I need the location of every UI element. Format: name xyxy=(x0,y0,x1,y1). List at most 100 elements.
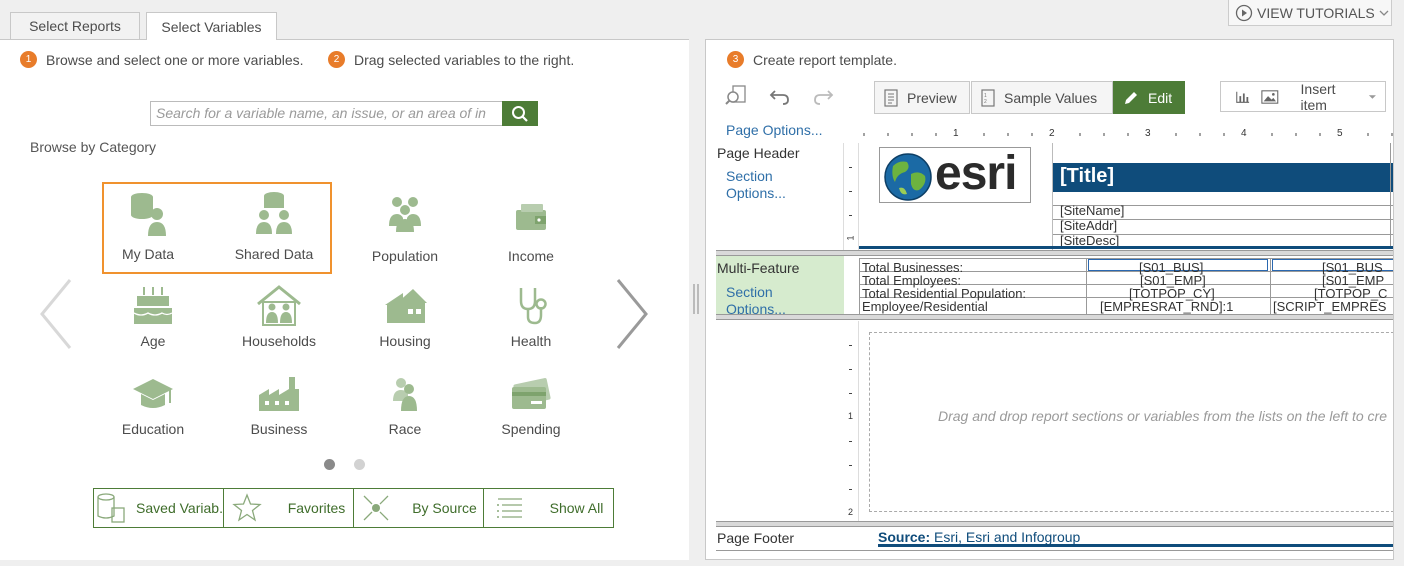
category-shared-data[interactable]: Shared Data xyxy=(219,190,329,262)
carousel-dot[interactable] xyxy=(354,459,365,470)
page-footer-label: Page Footer xyxy=(717,530,795,546)
vertical-ruler: 1 2 xyxy=(843,321,859,521)
page-options-link[interactable]: Page Options... xyxy=(726,122,823,138)
carousel-dot-active[interactable] xyxy=(324,459,335,470)
ruler-number: 2 xyxy=(1049,128,1055,139)
income-icon xyxy=(516,204,546,230)
tab-select-variables[interactable]: Select Variables xyxy=(146,12,277,40)
carousel-next-arrow[interactable] xyxy=(614,278,650,350)
category-population[interactable]: Population xyxy=(350,192,460,264)
edit-label: Edit xyxy=(1148,89,1173,106)
population-icon xyxy=(389,197,421,232)
category-my-data[interactable]: My Data xyxy=(93,190,203,262)
category-income[interactable]: Income xyxy=(476,192,586,264)
category-business[interactable]: Business xyxy=(224,375,334,437)
tab-select-reports[interactable]: Select Reports xyxy=(10,12,140,39)
edit-button[interactable]: Edit xyxy=(1113,81,1185,114)
preview-button[interactable]: Preview xyxy=(874,81,970,114)
category-label: Population xyxy=(371,248,439,264)
sample-values-icon: 12 xyxy=(981,88,995,107)
undo-icon[interactable] xyxy=(769,86,791,106)
insert-item-dropdown[interactable]: Insert item xyxy=(1220,81,1386,113)
category-health[interactable]: Health xyxy=(476,285,586,349)
esri-logo-text: esri xyxy=(935,147,1017,200)
households-icon xyxy=(257,285,301,326)
chevron-down-icon xyxy=(1369,94,1377,99)
redo-icon[interactable] xyxy=(812,86,834,106)
drop-hint-text: Drag and drop report sections or variabl… xyxy=(938,408,1387,424)
field-placeholder[interactable]: [SCRIPT_EMPRES xyxy=(1273,299,1386,314)
category-housing[interactable]: Housing xyxy=(350,285,460,349)
housing-icon xyxy=(385,289,427,323)
variable-search-input[interactable]: Search for a variable name, an issue, or… xyxy=(150,101,503,126)
category-education[interactable]: Education xyxy=(98,375,208,437)
horizontal-ruler: 1 2 3 4 5 xyxy=(859,126,1393,143)
header-rule xyxy=(859,246,1393,249)
category-label: Households xyxy=(242,333,316,349)
category-age[interactable]: Age xyxy=(98,285,208,349)
multi-feature-table: Total Businesses: [S01_BUS] [S01_BUS Tot… xyxy=(859,258,1393,314)
globe-icon xyxy=(884,153,932,201)
age-icon xyxy=(133,287,173,324)
saved-variables-button[interactable]: Saved Variab. xyxy=(94,489,224,527)
field-placeholder[interactable]: [EMPRESRAT_RND]:1 xyxy=(1100,299,1233,314)
ruler-number: 4 xyxy=(1241,128,1247,139)
category-households[interactable]: Households xyxy=(224,285,334,349)
show-all-label: Show All xyxy=(549,500,604,516)
section-separator[interactable] xyxy=(716,314,1393,320)
by-source-icon xyxy=(363,495,389,521)
category-label: Age xyxy=(140,333,166,349)
page-header-label: Page Header xyxy=(717,145,800,161)
document-icon xyxy=(884,88,898,107)
site-name-field[interactable]: [SiteName] xyxy=(1060,203,1124,218)
chevron-down-icon xyxy=(1379,10,1389,16)
education-icon xyxy=(133,379,173,408)
ruler-number: 3 xyxy=(1145,128,1151,139)
tab-label: Select Reports xyxy=(29,18,121,34)
category-label: Spending xyxy=(501,421,561,437)
category-label: My Data xyxy=(121,246,175,262)
category-spending[interactable]: Spending xyxy=(476,375,586,437)
preview-label: Preview xyxy=(907,89,957,106)
show-all-button[interactable]: Show All xyxy=(484,489,613,527)
browse-options-bar: Saved Variab. Favorites By Source Show A… xyxy=(93,488,614,528)
ruler-number: 1 xyxy=(953,128,959,139)
race-icon xyxy=(393,378,417,411)
row-label: Employee/Residential xyxy=(862,299,988,314)
footer-source[interactable]: Source: Esri, Esri and Infogroup xyxy=(878,529,1393,547)
multi-feature-label: Multi-Feature xyxy=(717,260,800,276)
zoom-icon[interactable] xyxy=(725,84,749,108)
category-race[interactable]: Race xyxy=(350,375,460,437)
carousel-prev-arrow[interactable] xyxy=(38,278,74,350)
star-icon xyxy=(231,493,262,522)
section-options-link[interactable]: Section Options... xyxy=(726,284,806,314)
panel-splitter[interactable] xyxy=(690,39,705,560)
shared-data-icon xyxy=(256,192,292,234)
sample-values-button[interactable]: 12 Sample Values xyxy=(971,81,1113,114)
view-tutorials-button[interactable]: VIEW TUTORIALS xyxy=(1228,0,1392,26)
category-label: Education xyxy=(121,421,185,437)
favorites-button[interactable]: Favorites xyxy=(224,489,354,527)
by-source-label: By Source xyxy=(412,500,477,516)
section-separator[interactable] xyxy=(716,521,1393,527)
saved-variables-label: Saved Variab. xyxy=(136,500,223,516)
title-placeholder: [Title] xyxy=(1060,165,1115,187)
step-2: 2 Drag selected variables to the right. xyxy=(328,51,574,68)
category-label: Health xyxy=(510,333,552,349)
search-button[interactable] xyxy=(502,101,538,126)
pencil-icon xyxy=(1125,91,1137,104)
ruler-number: 5 xyxy=(1337,128,1343,139)
section-options-link[interactable]: Section Options... xyxy=(726,168,806,202)
business-icon xyxy=(259,377,299,411)
category-label: Business xyxy=(250,421,308,437)
by-source-button[interactable]: By Source xyxy=(354,489,484,527)
vertical-ruler: 1 xyxy=(843,143,859,251)
source-label: Source: xyxy=(878,529,931,545)
browse-by-category-label: Browse by Category xyxy=(30,139,157,155)
view-tutorials-label: VIEW TUTORIALS xyxy=(1257,4,1375,21)
sample-values-label: Sample Values xyxy=(1004,89,1098,106)
step-text: Drag selected variables to the right. xyxy=(354,51,575,68)
site-addr-field[interactable]: [SiteAddr] xyxy=(1060,218,1117,233)
category-label: Shared Data xyxy=(234,246,314,262)
health-icon xyxy=(519,288,547,325)
